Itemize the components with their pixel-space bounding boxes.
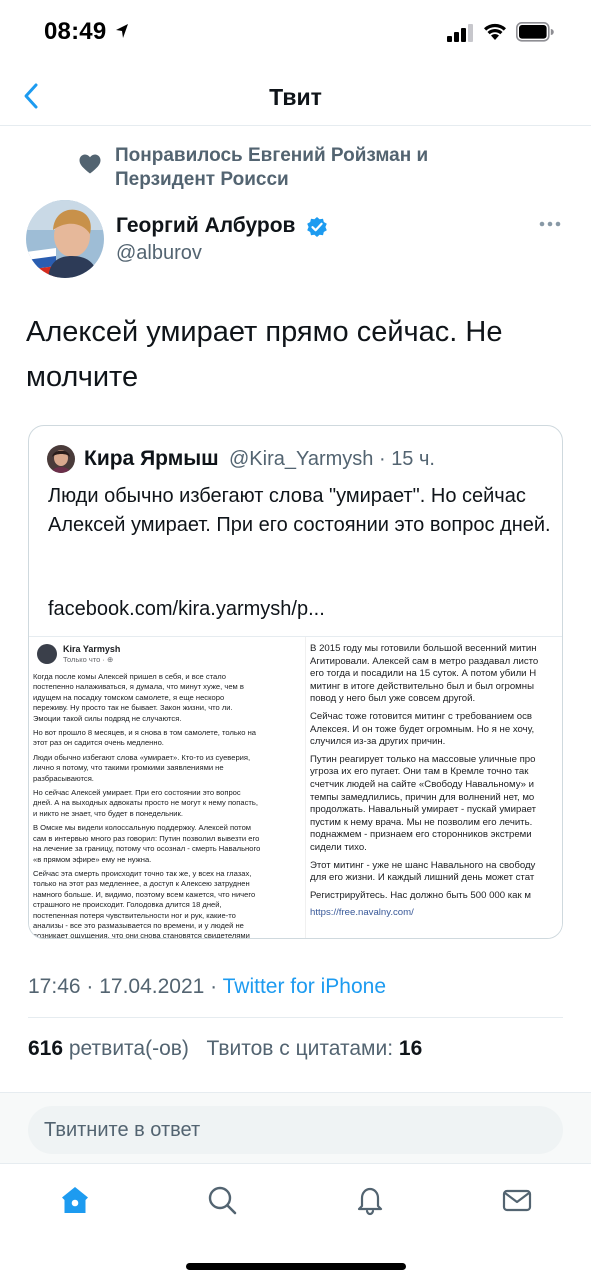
fb-post-left: Kira Yarmysh Только что · ⊕ Когда после … bbox=[29, 637, 299, 939]
fb-avatar bbox=[37, 644, 57, 664]
quoted-author-name: Кира Ярмыш bbox=[84, 447, 219, 470]
tweet-text: Алексей умирает прямо сейчас. Не молчите bbox=[26, 316, 503, 393]
retweets-stat[interactable]: 616 ретвита(-ов) bbox=[28, 1037, 189, 1060]
fb-paragraph: Когда после комы Алексей пришел в себя, … bbox=[33, 672, 244, 723]
status-time: 08:49 bbox=[44, 18, 107, 45]
page-title: Твит bbox=[269, 84, 322, 110]
tweet-timestamp: 17:46 · 17.04.2021 · Twitter for iPhone bbox=[28, 975, 386, 999]
search-icon[interactable] bbox=[206, 1184, 238, 1216]
fb-paragraph: Путин реагирует только на массовые уличн… bbox=[310, 753, 537, 853]
signal-icon bbox=[447, 24, 473, 42]
verified-badge-icon bbox=[307, 217, 327, 237]
fb-right-paragraphs: В 2015 году мы готовили большой весенний… bbox=[310, 643, 562, 902]
fb-paragraph: В 2015 году мы готовили большой весенний… bbox=[310, 643, 539, 705]
location-arrow-icon bbox=[116, 24, 128, 38]
fb-url: https://free.navalny.com/ bbox=[310, 907, 414, 919]
fb-paragraph: Но вот прошло 8 месяцев, и я снова в том… bbox=[33, 728, 257, 748]
reply-bar: Твитните в ответ bbox=[0, 1093, 591, 1163]
tweet-stats: 616 ретвита(-ов) Твитов с цитатами: 16 bbox=[28, 1037, 422, 1061]
nav-header: Твит bbox=[0, 66, 591, 126]
fb-paragraph: Сейчас эта смерть происходит точно так ж… bbox=[33, 868, 256, 939]
fb-post-right: В 2015 году мы готовили большой весенний… bbox=[305, 637, 562, 938]
quoted-text: Люди обычно избегают слова "умирает". Но… bbox=[48, 485, 551, 536]
status-bar: 08:49 bbox=[0, 0, 591, 66]
more-icon[interactable] bbox=[538, 216, 562, 232]
heart-icon bbox=[79, 154, 101, 174]
globe-icon: ⊕ bbox=[107, 655, 114, 664]
quoted-avatar bbox=[47, 445, 75, 473]
quotes-stat[interactable]: Твитов с цитатами: 16 bbox=[206, 1037, 422, 1060]
fb-paragraph: Регистрируйтесь. Нас должно быть 500 000… bbox=[310, 889, 531, 901]
notifications-icon[interactable] bbox=[354, 1184, 386, 1216]
reply-input[interactable]: Твитните в ответ bbox=[28, 1106, 563, 1154]
fb-post-header: Kira Yarmysh Только что · ⊕ bbox=[33, 643, 294, 669]
wifi-icon bbox=[484, 23, 506, 40]
timestamp-text: 17:46 · 17.04.2021 · bbox=[28, 975, 223, 998]
quoted-image[interactable]: Kira Yarmysh Только что · ⊕ Когда после … bbox=[29, 636, 562, 939]
fb-time: Только что · ⊕ bbox=[63, 655, 114, 664]
author-handle[interactable]: @alburov bbox=[116, 242, 202, 265]
messages-icon[interactable] bbox=[501, 1184, 533, 1216]
fb-paragraph: Сейчас тоже готовится митинг с требовани… bbox=[310, 710, 535, 748]
quoted-link[interactable]: facebook.com/kira.yarmysh/p... bbox=[48, 598, 325, 621]
source-link[interactable]: Twitter for iPhone bbox=[223, 975, 386, 998]
fb-left-paragraphs: Когда после комы Алексей пришел в себя, … bbox=[33, 672, 294, 939]
battery-icon bbox=[516, 22, 554, 42]
quoted-tweet[interactable]: Кира Ярмыш @Kira_Yarmysh · 15 ч. Люди об… bbox=[28, 425, 563, 939]
social-context-text[interactable]: Понравилось Евгений Ройзман и Перзидент … bbox=[115, 144, 485, 192]
author-name[interactable]: Георгий Албуров bbox=[116, 214, 295, 238]
fb-paragraph: Этот митинг - уже не шанс Навального на … bbox=[310, 859, 536, 884]
fb-author: Kira Yarmysh bbox=[63, 644, 121, 654]
divider bbox=[28, 1017, 563, 1018]
home-indicator bbox=[186, 1263, 406, 1270]
avatar[interactable] bbox=[26, 200, 104, 278]
home-icon[interactable] bbox=[59, 1184, 91, 1216]
fb-paragraph: Люди обычно избегают слова «умирает». Кт… bbox=[33, 752, 251, 783]
fb-paragraph: Но сейчас Алексей умирает. При его состо… bbox=[33, 788, 258, 818]
fb-paragraph: В Омске мы видели колоссальную поддержку… bbox=[33, 823, 261, 864]
quoted-handle-time: @Kira_Yarmysh · 15 ч. bbox=[229, 448, 435, 470]
